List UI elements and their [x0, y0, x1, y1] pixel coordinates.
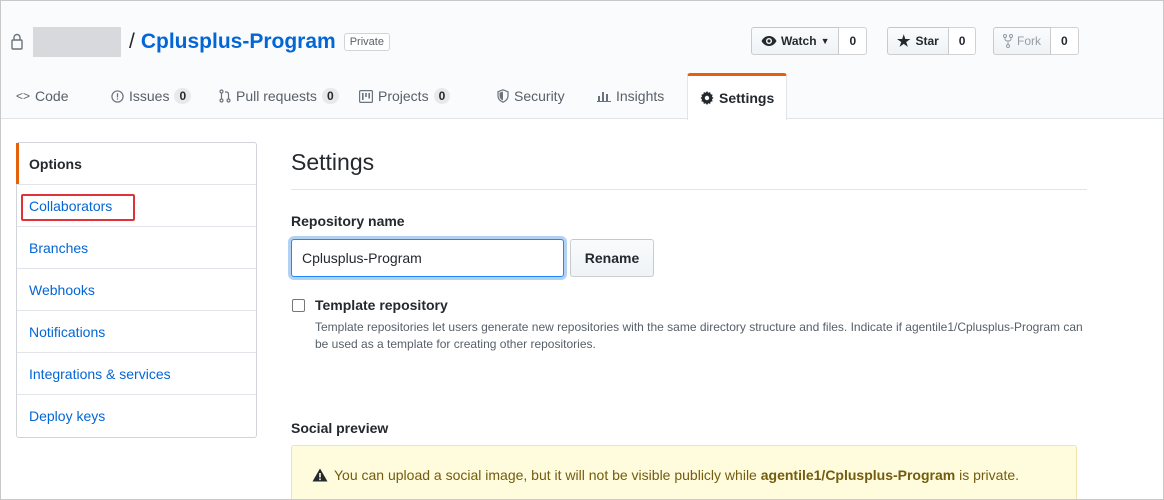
- watch-group: Watch ▼ 0: [751, 27, 868, 55]
- tab-code[interactable]: <> Code: [16, 73, 68, 119]
- sidebar-item-integrations[interactable]: Integrations & services: [17, 353, 256, 395]
- flash-text-prefix: You can upload a social image, but it wi…: [334, 467, 761, 483]
- page-frame: / Cplusplus-Program Private Watch ▼ 0 ★ …: [0, 0, 1164, 500]
- graph-icon: [597, 92, 611, 102]
- tab-issues[interactable]: Issues 0: [111, 73, 192, 119]
- sidebar-item-notifications[interactable]: Notifications: [17, 311, 256, 353]
- repository-name-label: Repository name: [291, 213, 405, 229]
- eye-icon: [761, 36, 777, 46]
- gear-icon: [700, 91, 714, 105]
- rename-button[interactable]: Rename: [570, 239, 654, 277]
- star-label: Star: [915, 34, 939, 48]
- star-group: ★ Star 0: [887, 27, 977, 55]
- projects-counter: 0: [433, 88, 451, 104]
- repo-title: / Cplusplus-Program Private: [7, 27, 390, 57]
- template-repository-label: Template repository: [315, 297, 448, 313]
- watch-count[interactable]: 0: [839, 27, 868, 55]
- tab-code-label: Code: [35, 88, 69, 104]
- tab-settings-label: Settings: [719, 90, 775, 106]
- sidebar-item-webhooks[interactable]: Webhooks: [17, 269, 256, 311]
- flash-text-suffix: is private.: [955, 467, 1020, 483]
- social-preview-warning: You can upload a social image, but it wi…: [291, 445, 1077, 499]
- private-badge: Private: [343, 33, 390, 51]
- fork-icon: [1003, 34, 1013, 48]
- issue-icon: [111, 89, 124, 103]
- watch-label: Watch: [781, 34, 817, 48]
- repo-nav-tabs: <> Code Issues 0 Pull requests 0 Project…: [1, 73, 1163, 120]
- pull-request-icon: [219, 89, 231, 103]
- fork-count[interactable]: 0: [1051, 27, 1079, 55]
- template-repository-checkbox[interactable]: [292, 299, 305, 312]
- tab-pull-requests[interactable]: Pull requests 0: [219, 73, 339, 119]
- template-repository-note: Template repositories let users generate…: [315, 320, 1083, 351]
- sidebar-item-deploy-keys[interactable]: Deploy keys: [17, 395, 256, 437]
- fork-group: Fork 0: [993, 27, 1079, 55]
- watch-button[interactable]: Watch ▼: [751, 27, 840, 55]
- project-icon: [359, 89, 373, 103]
- owner-name-redacted[interactable]: [33, 27, 121, 57]
- tab-insights-label: Insights: [616, 88, 665, 104]
- star-button[interactable]: ★ Star: [887, 27, 949, 55]
- sidebar-item-collaborators[interactable]: Collaborators: [17, 185, 256, 227]
- tab-security-label: Security: [514, 88, 565, 104]
- alert-icon: [312, 468, 328, 482]
- repo-path-separator: /: [129, 30, 135, 53]
- sidebar-item-branches[interactable]: Branches: [17, 227, 256, 269]
- repo-name-link[interactable]: Cplusplus-Program: [141, 30, 336, 54]
- code-icon: <>: [16, 89, 31, 103]
- star-icon: ★: [897, 32, 911, 50]
- tab-projects-label: Projects: [378, 88, 429, 104]
- page-title: Settings: [291, 142, 1087, 190]
- lock-icon: [7, 32, 27, 52]
- tab-issues-label: Issues: [129, 88, 170, 104]
- settings-main: Settings Repository name Rename Template…: [291, 142, 1087, 499]
- shield-icon: [497, 89, 509, 103]
- repository-name-input[interactable]: [291, 239, 564, 277]
- tab-settings[interactable]: Settings: [687, 73, 788, 120]
- fork-button[interactable]: Fork: [993, 27, 1051, 55]
- chevron-down-icon: ▼: [820, 36, 830, 46]
- settings-sidebar: Options Collaborators Branches Webhooks …: [16, 142, 257, 438]
- tab-pull-requests-label: Pull requests: [236, 88, 317, 104]
- sidebar-item-options[interactable]: Options: [16, 143, 256, 185]
- pull-requests-counter: 0: [321, 88, 339, 104]
- star-count[interactable]: 0: [948, 27, 977, 55]
- social-preview-label: Social preview: [291, 420, 389, 436]
- tab-security[interactable]: Security: [497, 73, 565, 119]
- tab-projects[interactable]: Projects 0: [359, 73, 451, 119]
- repo-header: / Cplusplus-Program Private Watch ▼ 0 ★ …: [1, 1, 1163, 120]
- flash-repo-name: agentile1/Cplusplus-Program: [760, 467, 956, 483]
- issues-counter: 0: [174, 88, 192, 104]
- tab-insights[interactable]: Insights: [597, 73, 664, 119]
- fork-label: Fork: [1017, 34, 1041, 48]
